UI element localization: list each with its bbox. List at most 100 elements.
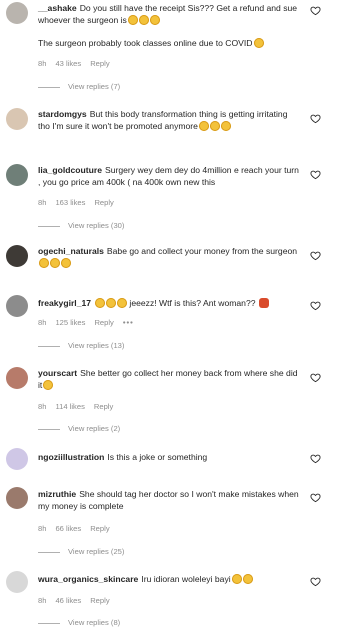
comment-meta: 8h 43 likes Reply <box>38 59 119 68</box>
view-replies-button[interactable]: View replies (25) <box>38 547 124 556</box>
sad-face-icon <box>198 121 209 131</box>
comment-body: jeeezz! Wtf is this? Ant woman?? <box>129 298 256 308</box>
view-replies-label: View replies (13) <box>68 341 125 350</box>
comment-time: 8h <box>38 596 47 605</box>
view-replies-button[interactable]: View replies (13) <box>38 341 124 350</box>
comment-username[interactable]: freakygirl_17 <box>38 298 91 308</box>
avatar[interactable] <box>6 245 28 267</box>
comment-time: 8h <box>38 318 47 327</box>
heart-outline-icon[interactable] <box>310 372 321 383</box>
reply-button[interactable]: Reply <box>90 59 109 68</box>
reply-button[interactable]: Reply <box>94 402 113 411</box>
grinning-sweat-icon <box>138 15 149 25</box>
comment-time: 8h <box>38 402 47 411</box>
grinning-sweat-icon <box>149 15 160 25</box>
view-replies-label: View replies (8) <box>68 618 121 627</box>
comment-body: Babe go and collect your money from the … <box>106 246 298 256</box>
avatar[interactable] <box>6 164 28 186</box>
comment-likes[interactable]: 163 likes <box>55 198 85 207</box>
comment-text-block: wura_organics_skincare Iru idioran wolele… <box>38 573 300 585</box>
comment-likes[interactable]: 66 likes <box>55 524 81 533</box>
comment-username[interactable]: wura_organics_skincare <box>38 574 138 584</box>
grinning-sweat-icon <box>95 298 106 308</box>
comment-text-block: mizruthie She should tag her doctor so I … <box>38 488 300 512</box>
sad-face-icon <box>39 258 49 268</box>
view-replies-label: View replies (2) <box>68 424 121 433</box>
view-replies-button[interactable]: View replies (8) <box>38 618 120 627</box>
view-replies-button[interactable]: View replies (7) <box>38 82 120 91</box>
grinning-sweat-icon <box>253 38 264 48</box>
heart-outline-icon[interactable] <box>310 453 321 464</box>
comment-body: She should tag her doctor so I won't mak… <box>38 489 299 511</box>
sad-face-icon <box>220 121 231 131</box>
comment-username[interactable]: mizruthie <box>38 489 76 499</box>
sad-face-icon <box>231 574 242 584</box>
comment-meta: 8h 125 likes Reply ••• <box>38 318 143 327</box>
comment-text-block: yourscart She better go collect her money… <box>38 367 300 391</box>
comment-username[interactable]: stardomgys <box>38 109 87 119</box>
comment-username[interactable]: __ashake <box>38 3 77 13</box>
avatar[interactable] <box>6 2 28 24</box>
divider <box>38 345 60 347</box>
heart-outline-icon[interactable] <box>310 492 321 503</box>
sad-face-icon <box>43 380 54 390</box>
comment-body: Iru idioran woleleyi bayi <box>141 574 231 584</box>
ant-icon <box>258 298 269 308</box>
heart-outline-icon[interactable] <box>310 576 321 587</box>
avatar[interactable] <box>6 448 28 470</box>
comment-meta: 8h 66 likes Reply <box>38 524 119 533</box>
divider <box>38 225 60 227</box>
divider <box>38 551 60 553</box>
heart-outline-icon[interactable] <box>310 5 321 16</box>
comment-likes[interactable]: 43 likes <box>55 59 81 68</box>
comment-text-block: stardomgys But this body transformation t… <box>38 108 300 132</box>
comment-username[interactable]: yourscart <box>38 368 77 378</box>
heart-outline-icon[interactable] <box>310 250 321 261</box>
comment-extra-line: The surgeon probably took classes online… <box>38 37 300 49</box>
more-options-icon[interactable]: ••• <box>123 318 134 327</box>
sad-face-icon <box>50 258 60 268</box>
comment-meta: 8h 114 likes Reply <box>38 402 122 411</box>
comment-likes[interactable]: 114 likes <box>55 402 84 411</box>
divider <box>38 86 60 88</box>
avatar[interactable] <box>6 367 28 389</box>
comment-time: 8h <box>38 198 47 207</box>
divider <box>38 428 60 430</box>
comment-text-block: ngoziillustration Is this a joke or somet… <box>38 451 300 463</box>
avatar[interactable] <box>6 295 28 317</box>
reply-button[interactable]: Reply <box>90 596 109 605</box>
view-replies-button[interactable]: View replies (2) <box>38 424 120 433</box>
view-replies-label: View replies (7) <box>68 82 121 91</box>
reply-button[interactable]: Reply <box>94 318 113 327</box>
comment-username[interactable]: ogechi_naturals <box>38 246 104 256</box>
comment-text-block: __ashake Do you still have the receipt Si… <box>38 2 300 49</box>
comment-time: 8h <box>38 524 47 533</box>
comment-username[interactable]: ngoziillustration <box>38 452 104 462</box>
comment-likes[interactable]: 46 likes <box>55 596 81 605</box>
grinning-sweat-icon <box>242 574 253 584</box>
sad-face-icon <box>61 258 71 268</box>
grinning-sweat-icon <box>127 15 138 25</box>
sad-face-icon <box>209 121 220 131</box>
comment-text-block: ogechi_naturals Babe go and collect your … <box>38 245 300 269</box>
reply-button[interactable]: Reply <box>90 524 109 533</box>
comment-likes[interactable]: 125 likes <box>55 318 85 327</box>
comment-meta: 8h 163 likes Reply <box>38 198 123 207</box>
grinning-sweat-icon <box>106 298 117 308</box>
comment-username[interactable]: lia_goldcouture <box>38 165 102 175</box>
heart-outline-icon[interactable] <box>310 169 321 180</box>
view-replies-label: View replies (25) <box>68 547 125 556</box>
divider <box>38 622 60 624</box>
reply-button[interactable]: Reply <box>94 198 113 207</box>
comment-time: 8h <box>38 59 47 68</box>
heart-outline-icon[interactable] <box>310 300 321 311</box>
comment-meta: 8h 46 likes Reply <box>38 596 119 605</box>
view-replies-label: View replies (30) <box>68 221 125 230</box>
view-replies-button[interactable]: View replies (30) <box>38 221 124 230</box>
heart-outline-icon[interactable] <box>310 113 321 124</box>
comment-body: Is this a joke or something <box>107 452 208 462</box>
avatar[interactable] <box>6 108 28 130</box>
avatar[interactable] <box>6 571 28 593</box>
grinning-sweat-icon <box>117 298 128 308</box>
avatar[interactable] <box>6 487 28 509</box>
